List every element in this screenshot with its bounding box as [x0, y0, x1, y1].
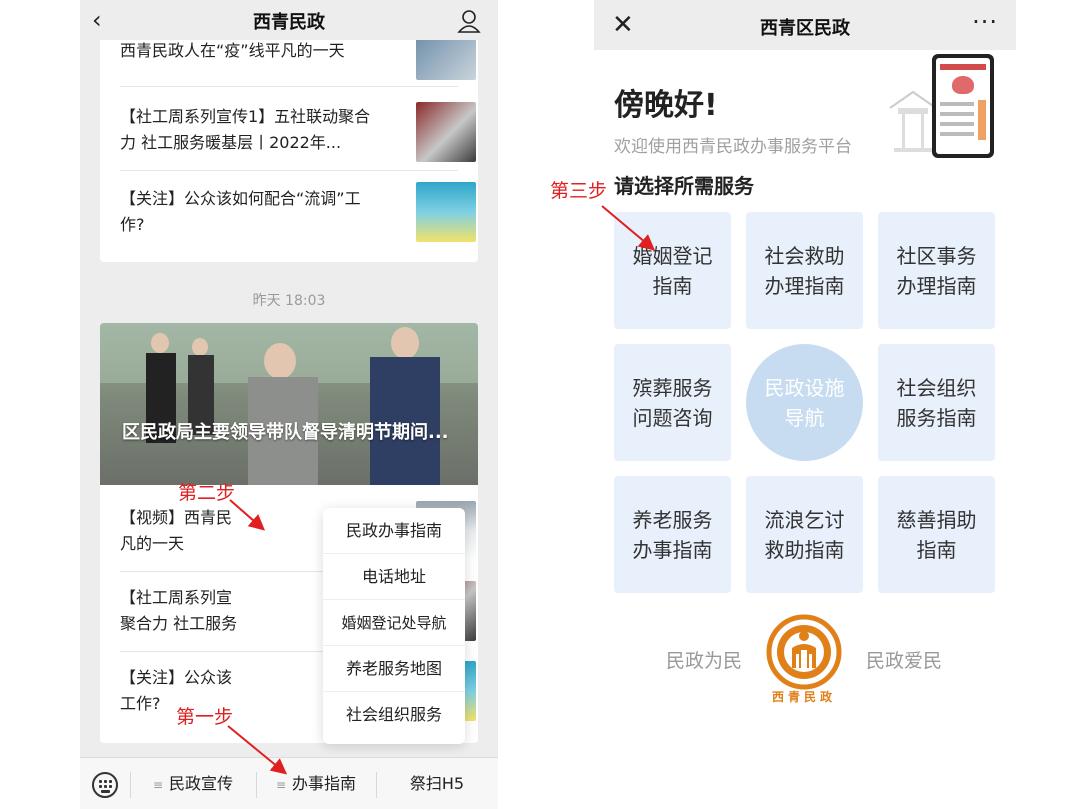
right-header: ✕ 西青区民政 ··· — [594, 0, 1016, 50]
tile-label: 指南 — [652, 273, 693, 298]
tile-label: 救助指南 — [764, 537, 845, 562]
step-two-annotation: 第二步 — [178, 482, 236, 504]
tile-label: 问题咨询 — [632, 405, 713, 430]
tile-label: 民政设施 — [764, 375, 845, 400]
tile-label: 办事指南 — [632, 537, 713, 562]
left-phone-screen: ‹ 西青民政 西青民政人在“疫”线平凡的一天 【社工周系列宣传1】五社联动聚合力… — [80, 0, 498, 809]
tile-label: 导航 — [784, 405, 825, 430]
pavilion-illustration — [889, 90, 937, 152]
tile-label: 慈善捐助 — [896, 507, 977, 532]
annotation-arrows — [227, 499, 288, 775]
tile-social-assistance[interactable]: 社会救助 办理指南 — [746, 212, 863, 329]
tile-charity-donation[interactable]: 慈善捐助 指南 — [878, 476, 995, 593]
civil-affairs-logo-icon — [766, 614, 842, 690]
logo-caption: 西青民政 — [771, 690, 836, 704]
tile-label: 服务指南 — [896, 405, 977, 430]
tile-label: 殡葬服务 — [632, 375, 713, 400]
tile-social-organization[interactable]: 社会组织 服务指南 — [878, 344, 995, 461]
step-three-annotation: 第三步 — [550, 180, 608, 202]
tile-elderly-services[interactable]: 养老服务 办事指南 — [614, 476, 731, 593]
tile-label: 婚姻登记 — [632, 243, 713, 268]
greeting: 傍晚好! — [614, 88, 718, 123]
tile-label: 办理指南 — [896, 273, 977, 298]
tile-facilities-navigation[interactable]: 民政设施 导航 — [746, 344, 863, 461]
right-phone-screen: ✕ 西青区民政 ··· 傍晚好! 欢迎使用西青民政办事服务平台 请选择所需服务 … — [594, 0, 1016, 809]
tile-funeral-services[interactable]: 殡葬服务 问题咨询 — [614, 344, 731, 461]
tile-vagrant-assistance[interactable]: 流浪乞讨 救助指南 — [746, 476, 863, 593]
tile-label: 办理指南 — [764, 273, 845, 298]
slogan-right: 民政爱民 — [866, 650, 943, 672]
tile-marriage-registration[interactable]: 婚姻登记 指南 — [614, 212, 731, 329]
tile-label: 社会组织 — [896, 375, 977, 400]
more-icon[interactable]: ··· — [972, 8, 998, 36]
tile-label: 社会救助 — [764, 243, 845, 268]
slogan-left: 民政为民 — [666, 650, 743, 672]
tile-label: 流浪乞讨 — [764, 507, 845, 532]
welcome-text: 欢迎使用西青民政办事服务平台 — [614, 137, 852, 157]
choose-service-heading: 请选择所需服务 — [614, 174, 754, 198]
tile-community-affairs[interactable]: 社区事务 办理指南 — [878, 212, 995, 329]
step-one-annotation: 第一步 — [176, 706, 234, 728]
right-page-title: 西青区民政 — [760, 18, 850, 39]
tile-label: 养老服务 — [632, 507, 713, 532]
phone-illustration — [932, 54, 994, 158]
tile-label: 社区事务 — [896, 243, 977, 268]
tile-label: 指南 — [916, 537, 957, 562]
